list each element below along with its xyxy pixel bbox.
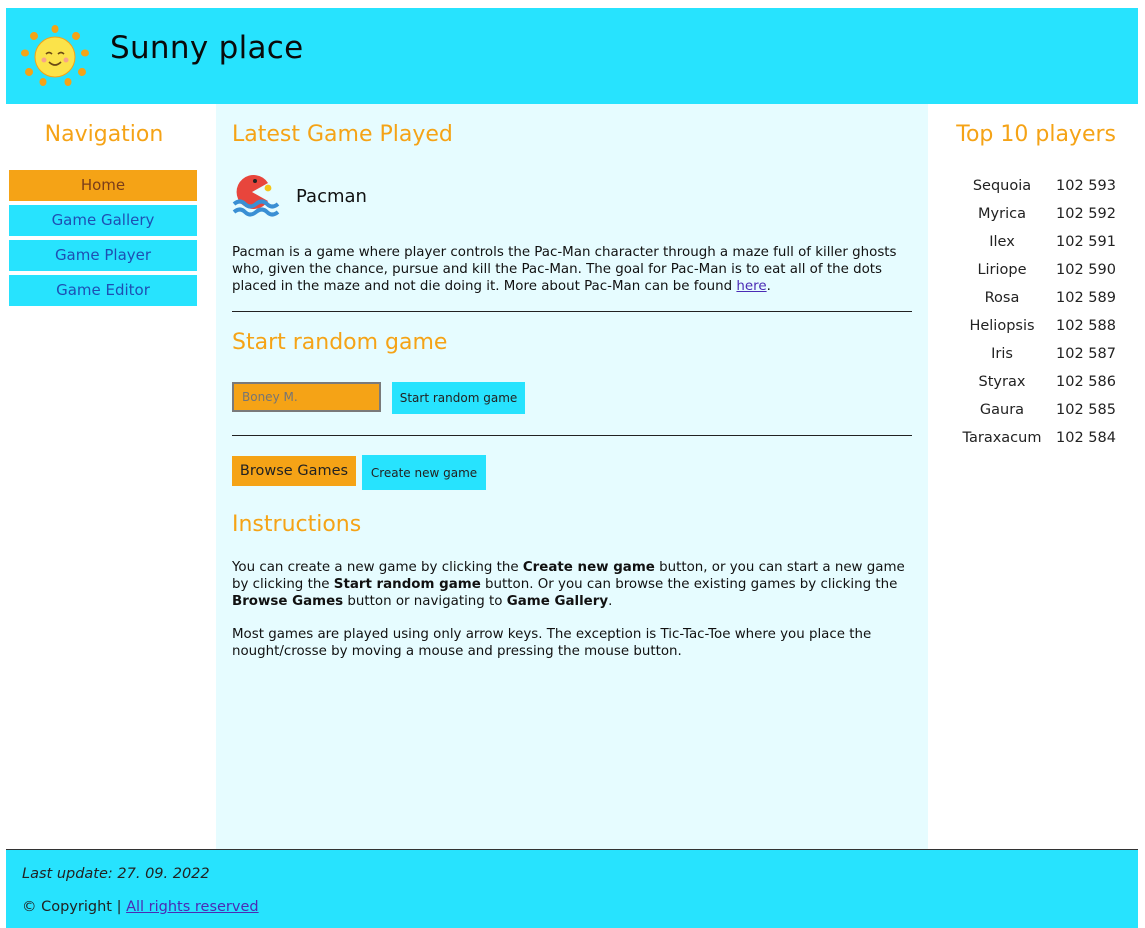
main-content: Latest Game Played Pacman Pacman is a ga… bbox=[216, 104, 928, 849]
copyright-text: © Copyright | bbox=[22, 899, 122, 915]
player-row: Styrax 102 586 bbox=[954, 368, 1122, 396]
instructions-text: You can create a new game by clicking th… bbox=[232, 559, 912, 676]
start-random-game-button[interactable]: Start random game bbox=[392, 382, 525, 414]
player-name: Heliopsis bbox=[969, 318, 1035, 334]
last-update: Last update: 27. 09. 2022 bbox=[22, 866, 210, 882]
top-players-table: Sequoia 102 593 Myrica 102 592 Ilex 102 591 Li… bbox=[954, 172, 1122, 452]
instructions-paragraph: Most games are played using only arrow k… bbox=[232, 627, 872, 659]
nav-item-home[interactable]: Home bbox=[9, 170, 197, 201]
player-score: 102 589 bbox=[1056, 290, 1116, 306]
player-name: Sequoia bbox=[972, 178, 1032, 194]
player-name: Styrax bbox=[978, 374, 1026, 390]
player-score: 102 591 bbox=[1056, 234, 1116, 250]
player-name: Taraxacum bbox=[962, 430, 1042, 446]
more-info-link[interactable]: here bbox=[736, 279, 766, 294]
copyright: © Copyright | All rights reserved bbox=[22, 899, 259, 915]
pacman-icon bbox=[232, 175, 280, 217]
instructions-paragraph: You can create a new game by clicking th… bbox=[232, 560, 905, 609]
nav-item-game-gallery[interactable]: Game Gallery bbox=[9, 205, 197, 236]
player-row: Ilex 102 591 bbox=[954, 228, 1122, 256]
player-score: 102 588 bbox=[1056, 318, 1116, 334]
player-row: Heliopsis 102 588 bbox=[954, 312, 1122, 340]
description-period: . bbox=[766, 279, 771, 294]
player-name: Ilex bbox=[989, 234, 1015, 250]
player-row: Iris 102 587 bbox=[954, 340, 1122, 368]
start-random-title: Start random game bbox=[232, 330, 448, 355]
site-footer: Last update: 27. 09. 2022 © Copyright | … bbox=[6, 849, 1138, 928]
navigation-title: Navigation bbox=[44, 122, 164, 147]
sun-icon bbox=[21, 25, 89, 86]
top-players-panel: Top 10 players Sequoia 102 593 Myrica 102 5… bbox=[928, 104, 1138, 849]
browse-games-button[interactable]: Browse Games bbox=[232, 456, 356, 486]
navigation-menu: Home Game Gallery Game Player Game Edito… bbox=[9, 170, 197, 310]
top-players-title: Top 10 players bbox=[956, 122, 1116, 147]
divider bbox=[232, 311, 912, 312]
navigation-sidebar: Navigation Home Game Gallery Game Player… bbox=[6, 104, 216, 849]
player-name: Myrica bbox=[978, 206, 1026, 222]
player-row: Gaura 102 585 bbox=[954, 396, 1122, 424]
player-name: Iris bbox=[991, 346, 1013, 362]
game-description: Pacman is a game where player controls t… bbox=[232, 244, 912, 295]
player-row: Liriope 102 590 bbox=[954, 256, 1122, 284]
site-header: Sunny place bbox=[6, 8, 1138, 104]
player-row: Rosa 102 589 bbox=[954, 284, 1122, 312]
nav-item-game-player[interactable]: Game Player bbox=[9, 240, 197, 271]
player-row: Sequoia 102 593 bbox=[954, 172, 1122, 200]
create-new-game-button[interactable]: Create new game bbox=[362, 455, 486, 490]
player-name: Gaura bbox=[979, 402, 1025, 418]
instructions-title: Instructions bbox=[232, 512, 362, 537]
player-score: 102 593 bbox=[1056, 178, 1116, 194]
player-score: 102 590 bbox=[1056, 262, 1116, 278]
player-score: 102 586 bbox=[1056, 374, 1116, 390]
player-name-input[interactable] bbox=[232, 382, 381, 412]
player-score: 102 587 bbox=[1056, 346, 1116, 362]
player-score: 102 585 bbox=[1056, 402, 1116, 418]
latest-game-title: Latest Game Played bbox=[232, 122, 453, 147]
player-score: 102 592 bbox=[1056, 206, 1116, 222]
player-row: Myrica 102 592 bbox=[954, 200, 1122, 228]
player-name: Liriope bbox=[977, 262, 1027, 278]
rights-link[interactable]: All rights reserved bbox=[126, 899, 259, 915]
player-name: Rosa bbox=[984, 290, 1020, 306]
player-score: 102 584 bbox=[1056, 430, 1116, 446]
divider bbox=[232, 435, 912, 436]
nav-item-game-editor[interactable]: Game Editor bbox=[9, 275, 197, 306]
site-title: Sunny place bbox=[110, 30, 304, 66]
player-row: Taraxacum 102 584 bbox=[954, 424, 1122, 452]
game-description-text: Pacman is a game where player controls t… bbox=[232, 245, 897, 294]
game-name: Pacman bbox=[296, 186, 367, 207]
